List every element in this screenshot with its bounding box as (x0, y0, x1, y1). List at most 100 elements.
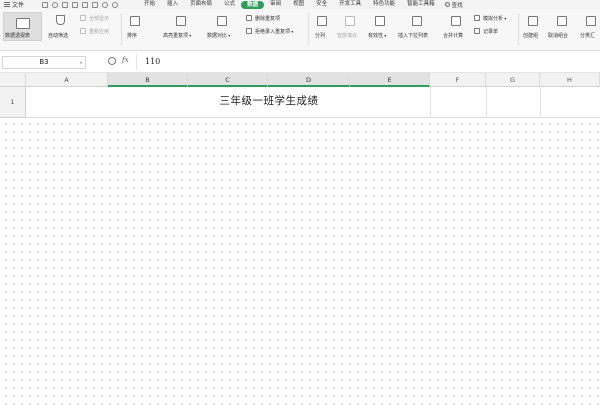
gridline (430, 87, 431, 118)
zoom-icon[interactable] (108, 57, 116, 65)
consolidate-button[interactable]: 合并计算 (442, 12, 472, 42)
search-icon (444, 2, 450, 7)
highlight-duplicates-icon (176, 16, 186, 26)
smart-fill-label: 智能填充 (337, 33, 358, 39)
column-header-h[interactable]: H (540, 73, 600, 87)
ribbon-divider (308, 13, 309, 45)
what-if-label: 模拟分析 (483, 16, 506, 22)
tab-data[interactable]: 数据 (241, 0, 265, 9)
tab-security[interactable]: 安全 (310, 0, 333, 9)
worksheet-grid-area[interactable] (0, 118, 600, 405)
gridline (486, 87, 487, 118)
pivot-table-icon (16, 18, 30, 29)
validity-label: 有效性 (368, 32, 386, 39)
autofilter-button[interactable]: 自动筛选 (47, 12, 73, 42)
file-menu-label: 文件 (12, 2, 25, 9)
sort-button[interactable]: 排序 (124, 12, 148, 42)
copy-icon[interactable] (82, 1, 88, 8)
chevron-down-icon[interactable]: ▾ (80, 57, 82, 68)
tab-page-layout[interactable]: 页面布局 (184, 0, 218, 9)
column-headers: A B C D E F G H (0, 73, 600, 87)
subtotal-button[interactable]: 分类汇 (580, 12, 600, 42)
show-all-icon (80, 15, 86, 21)
tab-view[interactable]: 视图 (287, 0, 310, 9)
tab-smart-toolbox[interactable]: 智能工具箱 (401, 0, 441, 9)
sort-icon (130, 16, 140, 26)
smart-fill-button[interactable]: 智能填充 (337, 12, 365, 42)
reject-duplicates-icon (246, 28, 252, 34)
reapply-label: 重新应用 (89, 29, 110, 35)
tab-special-features[interactable]: 特色功能 (367, 0, 401, 9)
formula-input[interactable]: 110 (136, 54, 600, 70)
sort-label: 排序 (127, 33, 138, 39)
row-header-1[interactable]: 1 (0, 87, 26, 118)
reject-duplicates-label: 拒绝录入重复项 (255, 29, 293, 35)
format-painter-icon[interactable] (92, 1, 98, 8)
what-if-analysis-button[interactable]: 模拟分析 (474, 15, 506, 22)
remove-duplicates-label: 删除重复项 (255, 16, 281, 22)
sheet-row-1: 三年级一班学生成绩 (26, 87, 600, 118)
reapply-icon (80, 28, 86, 34)
data-compare-icon (217, 16, 227, 26)
record-form-button[interactable]: 记录单 (474, 28, 498, 35)
print-icon[interactable] (62, 1, 68, 8)
ungroup-button[interactable]: 取消组合 (548, 12, 578, 42)
pivot-table-button[interactable]: 数据透视表 (3, 12, 42, 41)
validity-icon (375, 16, 385, 26)
file-menu[interactable]: 文件 (0, 0, 40, 9)
column-header-g[interactable]: G (486, 73, 540, 87)
dropdown-list-icon (412, 16, 422, 26)
create-group-button[interactable]: 创建组 (522, 12, 546, 42)
data-compare-label: 数据对比 (207, 32, 230, 39)
tab-developer[interactable]: 开发工具 (333, 0, 367, 9)
reapply-button[interactable]: 重新应用 (80, 28, 109, 35)
highlight-duplicates-button[interactable]: 高亮重复项 (160, 12, 202, 42)
column-header-d[interactable]: D (268, 73, 350, 87)
create-group-label: 创建组 (523, 33, 539, 39)
subtotal-label: 分类汇 (580, 33, 596, 39)
print-preview-icon[interactable] (72, 1, 78, 8)
hamburger-icon (4, 2, 10, 7)
merged-title-cell[interactable]: 三年级一班学生成绩 (108, 87, 430, 118)
reject-duplicates-button[interactable]: 拒绝录入重复项 (246, 28, 293, 35)
save-icon[interactable] (52, 1, 58, 8)
select-all-corner[interactable] (0, 73, 26, 87)
pivot-table-label: 数据透视表 (5, 33, 31, 39)
subtotal-icon (586, 16, 596, 26)
fx-icon[interactable]: fx (122, 56, 129, 64)
show-all-button[interactable]: 全部显示 (80, 15, 109, 22)
consolidate-label: 合并计算 (443, 33, 464, 39)
insert-dropdown-list-button[interactable]: 插入下拉列表 (398, 12, 438, 42)
data-ribbon: 数据透视表 自动筛选 全部显示 重新应用 排序 高亮重复项 数据对比 删除重复项… (0, 9, 600, 51)
name-box[interactable]: B3 ▾ (2, 56, 86, 69)
tab-home[interactable]: 开始 (138, 0, 161, 9)
column-header-a[interactable]: A (26, 73, 108, 87)
formula-bar: B3 ▾ fx 110 (0, 51, 600, 73)
tab-formulas[interactable]: 公式 (218, 0, 241, 9)
create-group-icon (528, 16, 538, 26)
validity-button[interactable]: 有效性 (368, 12, 394, 42)
autofilter-label: 自动筛选 (48, 33, 69, 39)
split-column-label: 分列 (315, 33, 326, 39)
search-label: 查找 (451, 2, 463, 9)
remove-duplicates-button[interactable]: 删除重复项 (246, 15, 280, 22)
split-column-button[interactable]: 分列 (312, 12, 334, 42)
tab-insert[interactable]: 插入 (161, 0, 184, 9)
what-if-icon (474, 15, 480, 21)
gridline (540, 87, 541, 118)
column-header-e[interactable]: E (350, 73, 430, 87)
insert-dropdown-list-label: 插入下拉列表 (398, 33, 429, 39)
column-header-b[interactable]: B (108, 73, 188, 87)
undo-icon[interactable] (102, 1, 108, 8)
column-header-f[interactable]: F (430, 73, 486, 87)
data-compare-button[interactable]: 数据对比 (204, 12, 242, 42)
ribbon-divider (121, 13, 122, 45)
remove-duplicates-icon (246, 15, 252, 21)
record-form-icon (474, 28, 480, 34)
ungroup-icon (557, 16, 567, 26)
search-box[interactable]: 查找 (444, 1, 463, 9)
column-header-c[interactable]: C (188, 73, 268, 87)
tab-review[interactable]: 审阅 (264, 0, 287, 9)
redo-icon[interactable] (112, 1, 118, 8)
open-icon[interactable] (42, 1, 48, 8)
